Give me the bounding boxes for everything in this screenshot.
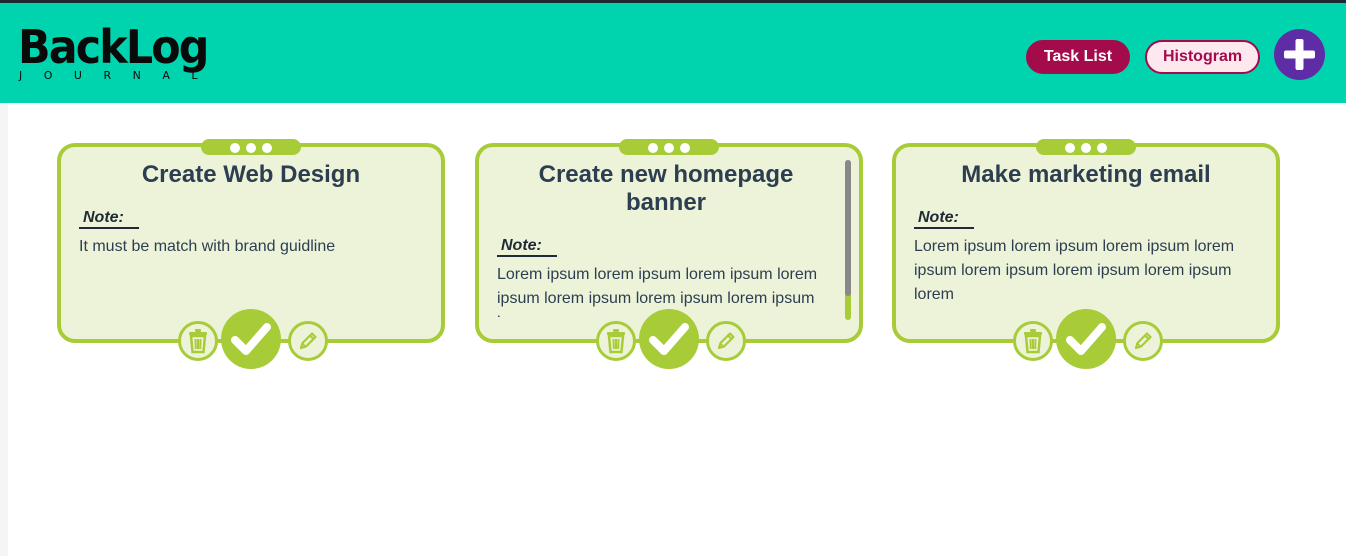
task-list-button[interactable]: Task List <box>1026 40 1130 74</box>
note-text: It must be match with brand guidline <box>79 238 336 255</box>
edit-button[interactable] <box>288 321 328 361</box>
trash-icon <box>607 329 625 354</box>
histogram-button[interactable]: Histogram <box>1145 40 1260 74</box>
pencil-icon <box>299 332 317 350</box>
edit-button[interactable] <box>1123 321 1163 361</box>
trash-icon <box>1024 329 1042 354</box>
check-icon <box>649 323 689 355</box>
delete-button[interactable] <box>178 321 218 361</box>
logo-title: BackLog <box>18 20 209 74</box>
app-header: BackLog JOURNAL Task List Histogram <box>0 3 1346 103</box>
task-card: Create new homepage banner Note: Lorem i… <box>475 139 863 369</box>
complete-button[interactable] <box>221 309 281 369</box>
complete-button[interactable] <box>1056 309 1116 369</box>
app-logo[interactable]: BackLog JOURNAL <box>18 21 228 91</box>
plus-icon <box>1284 39 1315 70</box>
logo-subtitle: JOURNAL <box>19 69 219 82</box>
card-title: Create new homepage banner <box>538 161 794 216</box>
pencil-icon <box>717 332 735 350</box>
card-menu-tab[interactable] <box>201 139 301 155</box>
note-label: Note: <box>497 237 557 257</box>
card-content: Create Web Design Note: It must be match… <box>79 157 423 317</box>
card-title: Create Web Design <box>141 161 361 188</box>
card-menu-tab[interactable] <box>619 139 719 155</box>
check-icon <box>1066 323 1106 355</box>
complete-button[interactable] <box>639 309 699 369</box>
card-content: Make marketing email Note: Lorem ipsum l… <box>914 157 1258 317</box>
note-text: Lorem ipsum lorem ipsum lorem ipsum lore… <box>914 238 1235 303</box>
scrollbar-thumb[interactable] <box>845 160 851 296</box>
check-icon <box>231 323 271 355</box>
edit-button[interactable] <box>706 321 746 361</box>
card-content: Create new homepage banner Note: Lorem i… <box>497 157 835 317</box>
delete-button[interactable] <box>596 321 636 361</box>
note-label: Note: <box>914 209 974 229</box>
task-card: Create Web Design Note: It must be match… <box>57 139 445 369</box>
card-title: Make marketing email <box>961 161 1211 188</box>
pencil-icon <box>1134 332 1152 350</box>
card-scrollbar[interactable] <box>845 160 851 320</box>
task-card: Make marketing email Note: Lorem ipsum l… <box>892 139 1280 369</box>
left-edge <box>0 103 8 556</box>
card-menu-tab[interactable] <box>1036 139 1136 155</box>
delete-button[interactable] <box>1013 321 1053 361</box>
add-task-button[interactable] <box>1274 29 1325 80</box>
trash-icon <box>189 329 207 354</box>
note-label: Note: <box>79 209 139 229</box>
